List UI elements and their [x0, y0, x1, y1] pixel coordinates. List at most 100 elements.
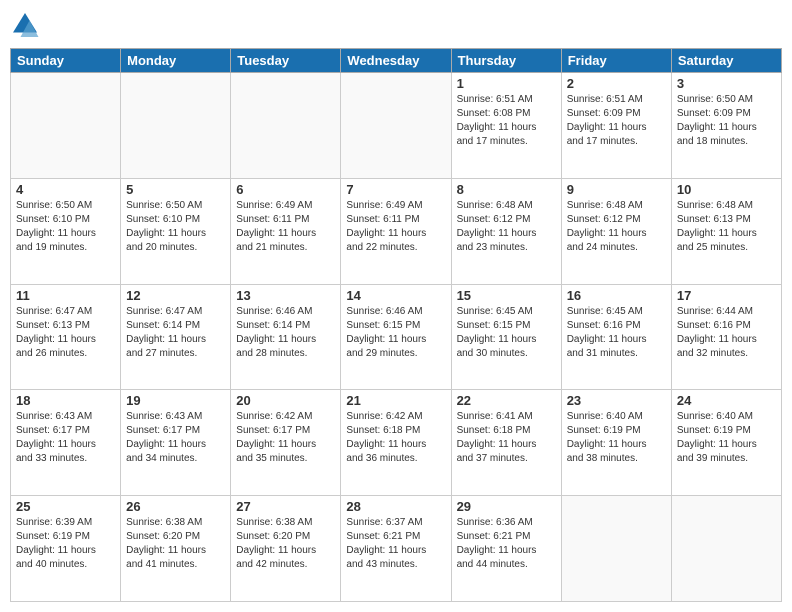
day-cell: 16 Sunrise: 6:45 AM Sunset: 6:16 PM Dayli… [561, 284, 671, 390]
day-info: Sunrise: 6:51 AM Sunset: 6:08 PM Dayligh… [457, 93, 556, 149]
day-number: 25 [16, 499, 115, 514]
day-number: 29 [457, 499, 556, 514]
day-info: Sunrise: 6:47 AM Sunset: 6:14 PM Dayligh… [126, 305, 225, 361]
day-number: 27 [236, 499, 335, 514]
day-number: 24 [677, 393, 776, 408]
day-cell: 24 Sunrise: 6:40 AM Sunset: 6:19 PM Dayli… [671, 390, 781, 496]
day-info: Sunrise: 6:48 AM Sunset: 6:13 PM Dayligh… [677, 199, 776, 255]
day-number: 16 [567, 288, 666, 303]
day-number: 8 [457, 182, 556, 197]
day-info: Sunrise: 6:48 AM Sunset: 6:12 PM Dayligh… [457, 199, 556, 255]
day-cell: 9Sunrise: 6:48 AM Sunset: 6:12 PM Daylig… [561, 178, 671, 284]
day-number: 19 [126, 393, 225, 408]
day-info: Sunrise: 6:42 AM Sunset: 6:17 PM Dayligh… [236, 410, 335, 466]
header-cell-thursday: Thursday [451, 49, 561, 73]
day-number: 11 [16, 288, 115, 303]
day-cell: 6 Sunrise: 6:49 AM Sunset: 6:11 PM Daylig… [231, 178, 341, 284]
day-cell: 8 Sunrise: 6:48 AM Sunset: 6:12 PM Daylig… [451, 178, 561, 284]
day-number: 18 [16, 393, 115, 408]
day-info: Sunrise: 6:46 AM Sunset: 6:15 PM Dayligh… [346, 305, 445, 361]
day-info: Sunrise: 6:44 AM Sunset: 6:16 PM Dayligh… [677, 305, 776, 361]
day-info: Sunrise: 6:45 AM Sunset: 6:16 PM Dayligh… [567, 305, 666, 361]
day-cell: 15Sunrise: 6:45 AM Sunset: 6:15 PM Dayli… [451, 284, 561, 390]
day-cell: 5 Sunrise: 6:50 AM Sunset: 6:10 PM Daylig… [121, 178, 231, 284]
header-cell-friday: Friday [561, 49, 671, 73]
calendar-header: SundayMondayTuesdayWednesdayThursdayFrid… [11, 49, 782, 73]
day-cell: 18 Sunrise: 6:43 AM Sunset: 6:17 PM Dayli… [11, 390, 121, 496]
day-info: Sunrise: 6:49 AM Sunset: 6:11 PM Dayligh… [236, 199, 335, 255]
day-number: 2 [567, 76, 666, 91]
day-cell: 22 Sunrise: 6:41 AM Sunset: 6:18 PM Dayli… [451, 390, 561, 496]
day-cell [671, 496, 781, 602]
day-cell: 23 Sunrise: 6:40 AM Sunset: 6:19 PM Dayli… [561, 390, 671, 496]
day-info: Sunrise: 6:41 AM Sunset: 6:18 PM Dayligh… [457, 410, 556, 466]
day-number: 10 [677, 182, 776, 197]
day-number: 3 [677, 76, 776, 91]
day-info: Sunrise: 6:43 AM Sunset: 6:17 PM Dayligh… [16, 410, 115, 466]
day-info: Sunrise: 6:47 AM Sunset: 6:13 PM Dayligh… [16, 305, 115, 361]
day-cell: 13Sunrise: 6:46 AM Sunset: 6:14 PM Dayli… [231, 284, 341, 390]
day-number: 1 [457, 76, 556, 91]
header-cell-monday: Monday [121, 49, 231, 73]
day-info: Sunrise: 6:45 AM Sunset: 6:15 PM Dayligh… [457, 305, 556, 361]
day-info: Sunrise: 6:38 AM Sunset: 6:20 PM Dayligh… [126, 516, 225, 572]
day-number: 21 [346, 393, 445, 408]
day-cell: 14 Sunrise: 6:46 AM Sunset: 6:15 PM Dayli… [341, 284, 451, 390]
day-cell: 27 Sunrise: 6:38 AM Sunset: 6:20 PM Dayli… [231, 496, 341, 602]
day-number: 7 [346, 182, 445, 197]
day-info: Sunrise: 6:40 AM Sunset: 6:19 PM Dayligh… [677, 410, 776, 466]
day-cell: 12 Sunrise: 6:47 AM Sunset: 6:14 PM Dayli… [121, 284, 231, 390]
day-number: 6 [236, 182, 335, 197]
day-info: Sunrise: 6:50 AM Sunset: 6:10 PM Dayligh… [16, 199, 115, 255]
day-cell: 17 Sunrise: 6:44 AM Sunset: 6:16 PM Dayli… [671, 284, 781, 390]
day-cell: 20Sunrise: 6:42 AM Sunset: 6:17 PM Dayli… [231, 390, 341, 496]
header-row: SundayMondayTuesdayWednesdayThursdayFrid… [11, 49, 782, 73]
day-cell: 28 Sunrise: 6:37 AM Sunset: 6:21 PM Dayli… [341, 496, 451, 602]
week-row-2: 11 Sunrise: 6:47 AM Sunset: 6:13 PM Dayli… [11, 284, 782, 390]
day-info: Sunrise: 6:50 AM Sunset: 6:10 PM Dayligh… [126, 199, 225, 255]
day-number: 4 [16, 182, 115, 197]
day-cell: 26 Sunrise: 6:38 AM Sunset: 6:20 PM Dayli… [121, 496, 231, 602]
day-number: 23 [567, 393, 666, 408]
header-cell-wednesday: Wednesday [341, 49, 451, 73]
day-cell [11, 73, 121, 179]
day-cell [121, 73, 231, 179]
header [10, 10, 782, 40]
day-info: Sunrise: 6:42 AM Sunset: 6:18 PM Dayligh… [346, 410, 445, 466]
day-number: 12 [126, 288, 225, 303]
day-number: 28 [346, 499, 445, 514]
header-cell-sunday: Sunday [11, 49, 121, 73]
day-cell: 25 Sunrise: 6:39 AM Sunset: 6:19 PM Dayli… [11, 496, 121, 602]
day-info: Sunrise: 6:37 AM Sunset: 6:21 PM Dayligh… [346, 516, 445, 572]
header-cell-tuesday: Tuesday [231, 49, 341, 73]
day-number: 14 [346, 288, 445, 303]
day-number: 17 [677, 288, 776, 303]
day-number: 5 [126, 182, 225, 197]
day-info: Sunrise: 6:38 AM Sunset: 6:20 PM Dayligh… [236, 516, 335, 572]
day-info: Sunrise: 6:50 AM Sunset: 6:09 PM Dayligh… [677, 93, 776, 149]
day-cell: 2Sunrise: 6:51 AM Sunset: 6:09 PM Daylig… [561, 73, 671, 179]
day-info: Sunrise: 6:40 AM Sunset: 6:19 PM Dayligh… [567, 410, 666, 466]
calendar-body: 1 Sunrise: 6:51 AM Sunset: 6:08 PM Daylig… [11, 73, 782, 602]
day-number: 26 [126, 499, 225, 514]
day-cell: 4 Sunrise: 6:50 AM Sunset: 6:10 PM Daylig… [11, 178, 121, 284]
day-cell: 19Sunrise: 6:43 AM Sunset: 6:17 PM Dayli… [121, 390, 231, 496]
week-row-3: 18 Sunrise: 6:43 AM Sunset: 6:17 PM Dayli… [11, 390, 782, 496]
logo-icon [10, 10, 40, 40]
day-cell [231, 73, 341, 179]
day-info: Sunrise: 6:49 AM Sunset: 6:11 PM Dayligh… [346, 199, 445, 255]
week-row-4: 25 Sunrise: 6:39 AM Sunset: 6:19 PM Dayli… [11, 496, 782, 602]
day-cell: 29 Sunrise: 6:36 AM Sunset: 6:21 PM Dayli… [451, 496, 561, 602]
day-cell [341, 73, 451, 179]
day-info: Sunrise: 6:39 AM Sunset: 6:19 PM Dayligh… [16, 516, 115, 572]
day-cell: 3 Sunrise: 6:50 AM Sunset: 6:09 PM Daylig… [671, 73, 781, 179]
day-number: 9 [567, 182, 666, 197]
day-info: Sunrise: 6:36 AM Sunset: 6:21 PM Dayligh… [457, 516, 556, 572]
calendar-table: SundayMondayTuesdayWednesdayThursdayFrid… [10, 48, 782, 602]
day-number: 22 [457, 393, 556, 408]
day-cell: 1 Sunrise: 6:51 AM Sunset: 6:08 PM Daylig… [451, 73, 561, 179]
day-cell: 11 Sunrise: 6:47 AM Sunset: 6:13 PM Dayli… [11, 284, 121, 390]
day-number: 13 [236, 288, 335, 303]
week-row-1: 4 Sunrise: 6:50 AM Sunset: 6:10 PM Daylig… [11, 178, 782, 284]
logo [10, 10, 44, 40]
